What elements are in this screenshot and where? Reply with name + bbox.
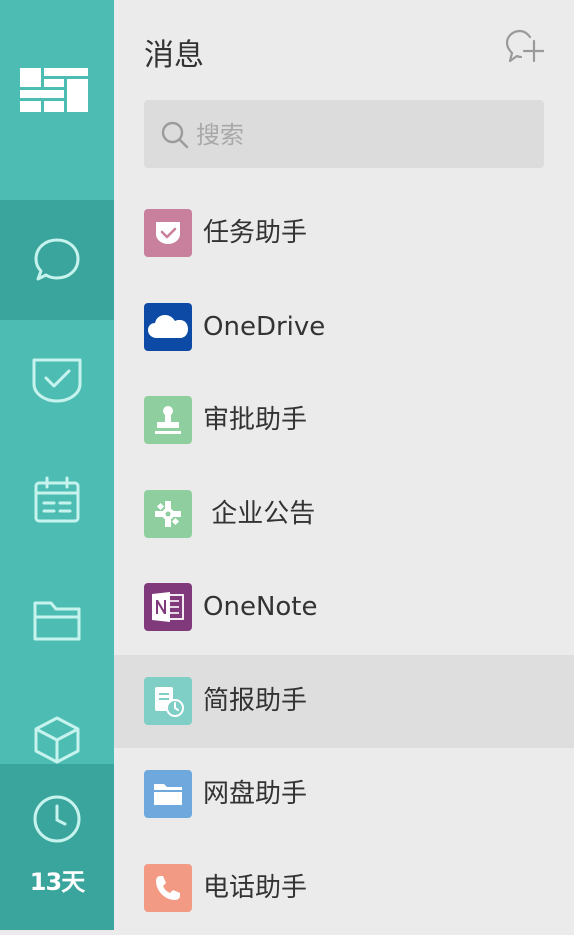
calendar-icon: [34, 476, 80, 523]
search-input[interactable]: [194, 100, 528, 170]
task-check-icon: [32, 358, 82, 403]
search-icon: [161, 121, 189, 149]
conversation-name: 企业公告: [203, 498, 316, 529]
new-chat-button[interactable]: [504, 27, 546, 71]
conversation-name: 简报助手: [203, 685, 308, 716]
conversation-name: 审批助手: [203, 405, 308, 435]
conversation-item[interactable]: 审批助手: [114, 374, 574, 467]
task-assistant-icon: [144, 209, 192, 257]
trial-panel[interactable]: [0, 764, 114, 930]
phone-icon: [144, 863, 192, 912]
search-bar[interactable]: [144, 100, 544, 170]
sidebar-item-calendar[interactable]: [0, 440, 114, 560]
onenote-icon: [144, 583, 192, 631]
message-panel: 消息 任务助手 OneDrive 审批助手 企业公告 OneNote 简报助手网盘助手电…: [114, 0, 574, 930]
chat-bubble-icon: [34, 238, 80, 281]
conversation-name: OneDrive: [203, 311, 326, 342]
approval-stamp-icon: [144, 396, 192, 444]
clock-icon: [33, 795, 81, 843]
sidebar-item-tasks[interactable]: [0, 320, 114, 440]
new-chat-icon: [505, 29, 546, 63]
conversation-name: 电话助手: [203, 872, 308, 903]
conversation-item[interactable]: 企业公告: [114, 468, 574, 561]
folder-icon: [33, 601, 81, 641]
conversation-item[interactable]: OneDrive: [114, 281, 574, 374]
trial-days-label: 13天: [29, 868, 85, 896]
conversation-name: 网盘助手: [203, 779, 308, 809]
conversation-item[interactable]: OneNote: [114, 561, 574, 654]
conversation-item[interactable]: 简报助手: [114, 654, 574, 748]
report-icon: [144, 676, 192, 725]
conversation-name: 任务助手: [203, 218, 308, 248]
cube-icon: [34, 716, 80, 764]
conversation-name: OneNote: [203, 592, 318, 622]
onedrive-icon: [144, 302, 192, 351]
conversation-item[interactable]: 任务助手: [114, 187, 574, 280]
puzzle-icon: [144, 489, 192, 538]
sidebar-item-messages[interactable]: [0, 200, 114, 320]
cloud-disk-folder-icon: [144, 770, 192, 818]
conversation-item[interactable]: 网盘助手: [114, 748, 574, 841]
sidebar-item-files[interactable]: [0, 560, 114, 680]
app-logo-icon[interactable]: [20, 68, 88, 112]
page-title: 消息: [144, 38, 204, 73]
conversation-item[interactable]: 电话助手: [114, 842, 574, 935]
sidebar: 13天: [0, 0, 114, 930]
